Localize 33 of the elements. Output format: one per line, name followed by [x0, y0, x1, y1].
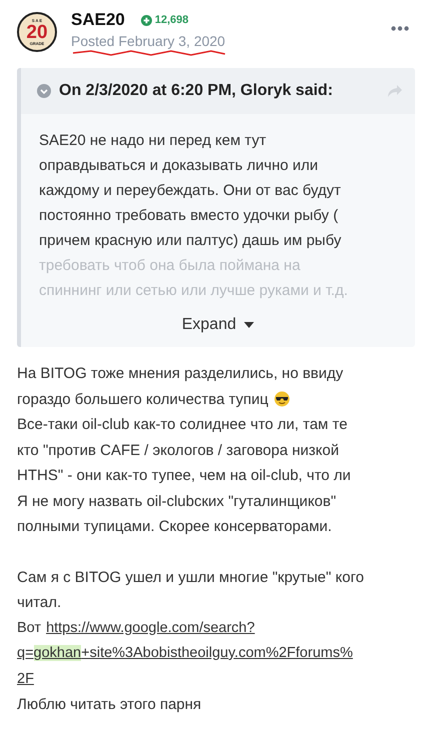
quote-text: SAE20 не надо ни перед кем тут: [39, 131, 268, 151]
post-text: Все-таки oil-club как-то солиднее что ли, там те: [17, 415, 348, 435]
quote-text: каждому и переубеждать. Они от вас будут: [39, 181, 342, 201]
search-link[interactable]: 2F: [17, 670, 34, 686]
avatar-number: 20: [26, 22, 48, 42]
post-text: кто "против CAFE / экологов / заговора низкой: [17, 440, 340, 460]
collapse-icon[interactable]: [37, 84, 51, 98]
quote-text: требовать чтоб она была поймана на: [39, 256, 302, 276]
quote-text: спиннинг или сетью или лучше руками и т.д.: [39, 281, 349, 301]
expand-button[interactable]: Expand: [176, 315, 260, 335]
post-text: Люблю читать этого парня: [17, 695, 202, 715]
sunglasses-emoji-icon: [274, 390, 290, 406]
post-text: Вот: [17, 620, 42, 636]
post-date: Posted February 3, 2020: [71, 33, 226, 49]
quote-title: On 2/3/2020 at 6:20 PM, Gloryk said:: [59, 82, 334, 100]
reputation: 12,698: [140, 14, 189, 26]
post-text: Я не могу назвать oil-clubских "гуталинщиков": [17, 492, 338, 512]
quote-text: оправдываться и доказывать лично или: [39, 156, 320, 176]
search-link[interactable]: q=gokhan+site%3Abobistheoilguy.com%2Fforums%: [17, 645, 353, 661]
post-text: На BITOG тоже мнения разделились, но ввиду: [17, 364, 344, 384]
author-name[interactable]: SAE20: [71, 10, 125, 30]
post-text: Сам я с BITOG ушел и ушли многие "крутые" кого: [17, 568, 365, 588]
more-icon[interactable]: [391, 26, 409, 31]
post-text: читал.: [17, 593, 62, 613]
search-link[interactable]: https://www.google.com/search?: [46, 620, 255, 636]
quote-text: причем красную или палтус) дашь им рыбу: [39, 231, 342, 251]
plus-icon: [140, 14, 152, 26]
post-text: гораздо большего количества тупиц: [17, 390, 268, 408]
quote-text: постоянно требовать вместо удочки рыбу (: [39, 206, 340, 226]
post-text: HTHS" - они как-то тупее, чем на oil-club, что ли: [17, 466, 352, 486]
scribble-icon: [71, 50, 227, 56]
post-text: полными тупицами. Скорее консерваторами.: [17, 517, 333, 537]
caret-icon: [244, 322, 254, 328]
